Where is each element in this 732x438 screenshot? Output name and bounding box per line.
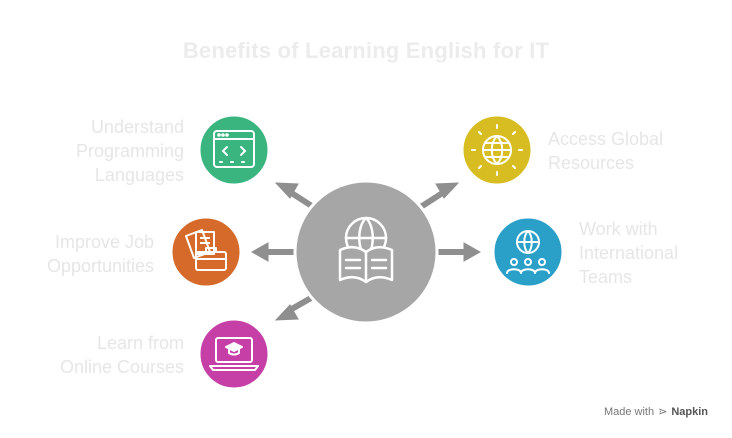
napkin-logo-icon: ⋗ <box>658 406 668 418</box>
napkin-brand: Napkin <box>671 405 708 418</box>
node-improve-job <box>169 215 243 289</box>
label-improve-job: Improve Job Opportunities <box>46 232 154 276</box>
label-global-resources: Access Global Resources <box>548 129 664 173</box>
label-international-teams: Work with International Teams <box>579 219 679 287</box>
arrowhead-left <box>250 242 269 262</box>
diagram: Benefits of Learning English for IT Unde… <box>0 0 732 438</box>
center-hub <box>293 179 439 325</box>
napkin-credit: Made with ⋗ Napkin <box>603 405 708 419</box>
label-understand-programming: Understand Programming Languages <box>75 117 184 185</box>
node-understand-programming <box>197 113 271 187</box>
arrowhead-right <box>463 242 482 262</box>
node-international-teams <box>491 215 565 289</box>
label-online-courses: Learn from Online Courses <box>59 333 184 377</box>
node-global-resources <box>460 113 534 187</box>
made-with-text: Made with <box>603 405 655 418</box>
node-online-courses <box>197 317 271 391</box>
node-circle-programming <box>197 113 271 187</box>
